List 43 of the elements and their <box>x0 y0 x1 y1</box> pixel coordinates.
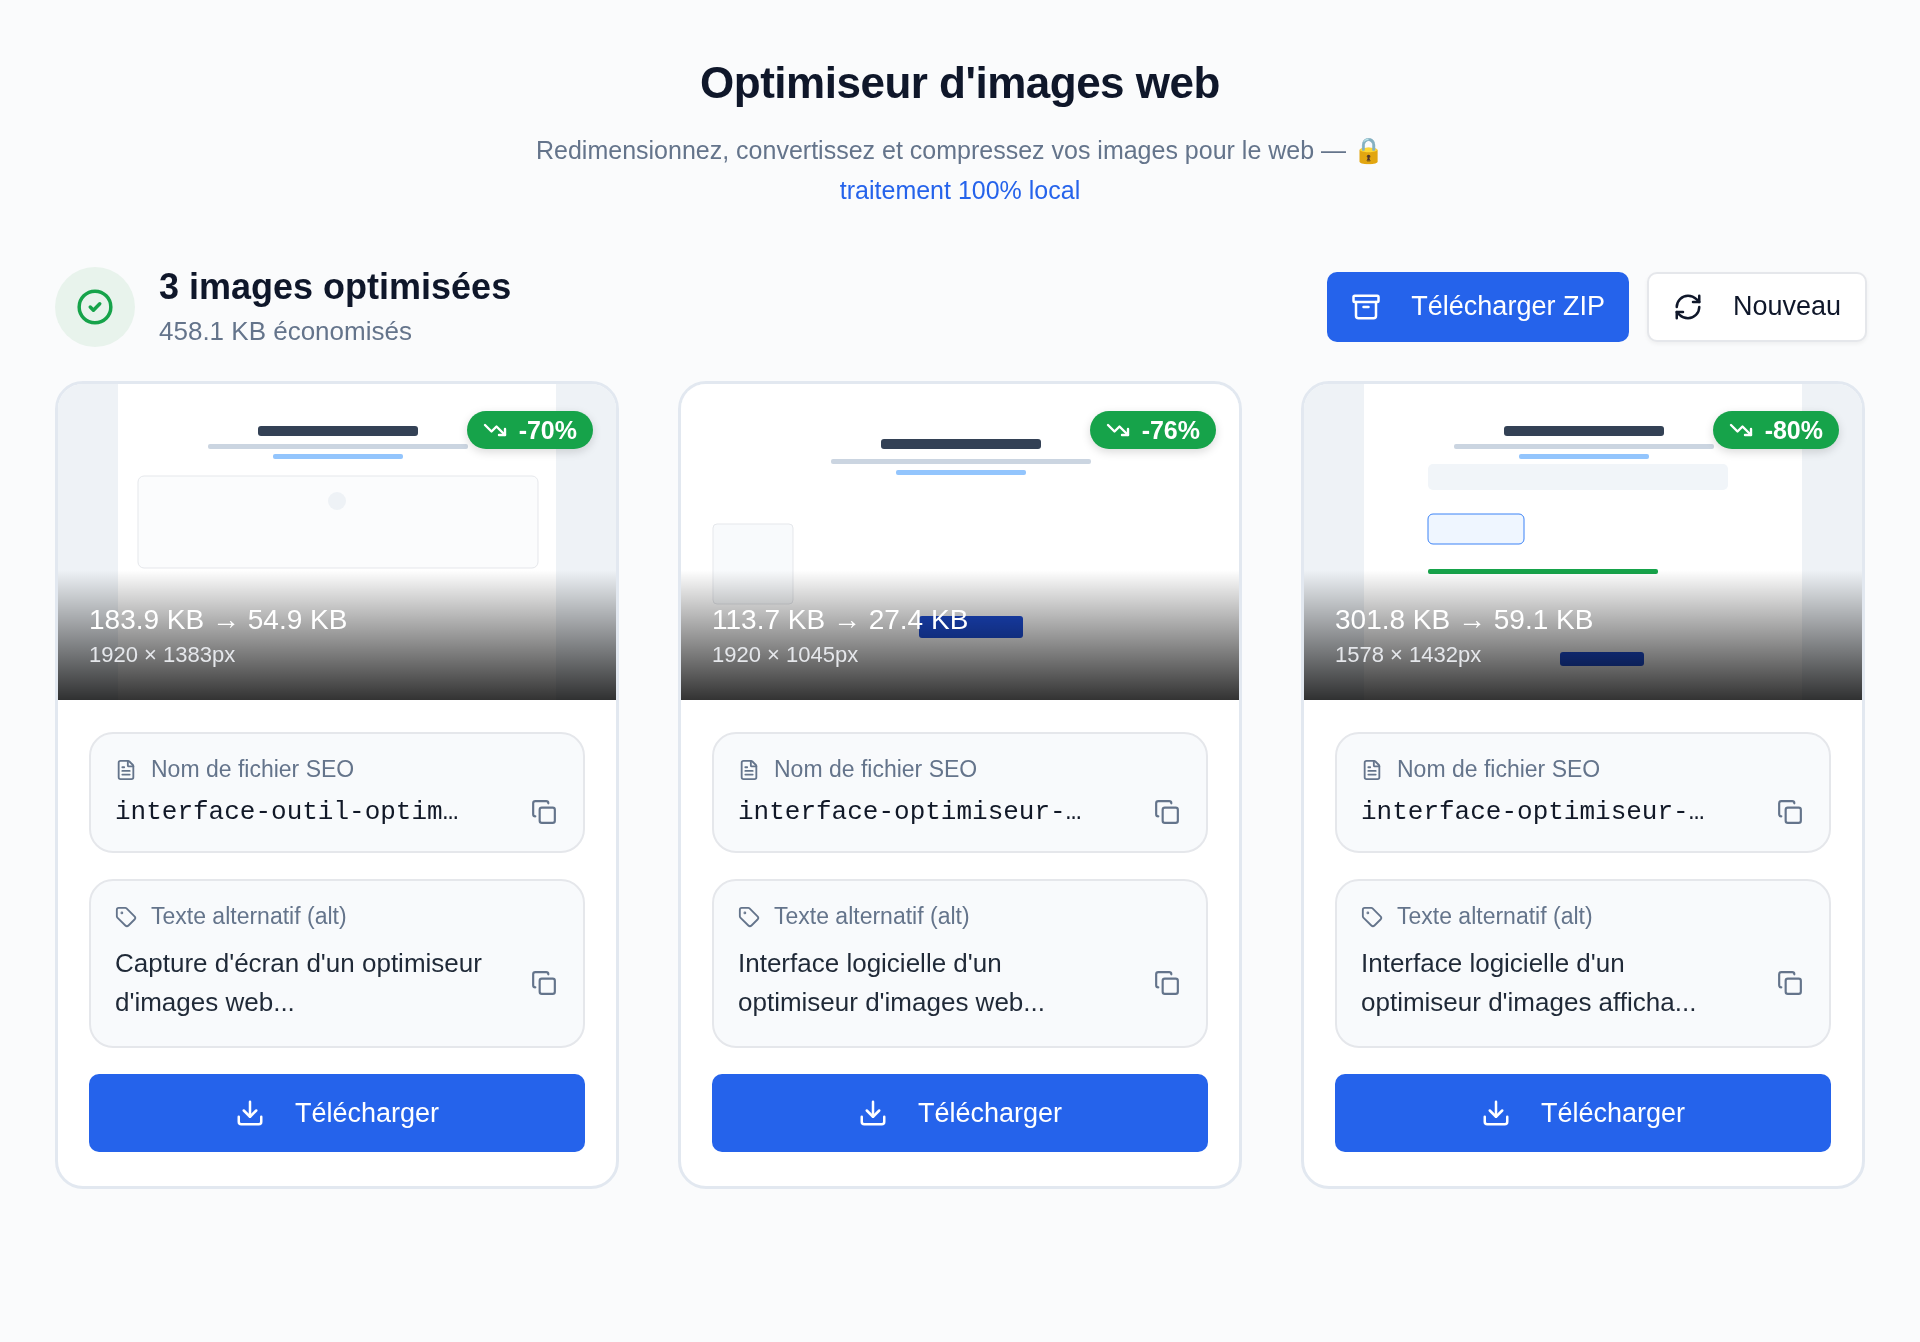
image-dimensions: 1920 × 1045px <box>712 642 860 668</box>
reduction-text: -80% <box>1764 415 1823 445</box>
seo-filename: interface-optimiseur-… <box>1361 797 1705 827</box>
field-label: Nom de fichier SEO <box>151 756 355 783</box>
size-comparison: 301.8 KB → 59.1 KB <box>1335 604 1595 636</box>
copy-button[interactable] <box>529 797 559 827</box>
document-icon <box>1361 758 1383 781</box>
tag-icon <box>115 905 137 928</box>
copy-button[interactable] <box>1775 968 1805 998</box>
copy-button[interactable] <box>1152 797 1182 827</box>
savings-text: 458.1 KB économisés <box>159 316 413 347</box>
download-button[interactable]: Télécharger <box>712 1074 1208 1152</box>
new-button[interactable]: Nouveau <box>1646 271 1867 342</box>
page-title: Optimiseur d'images web <box>700 58 1220 108</box>
tag-icon <box>1361 905 1383 928</box>
reduction-text: -70% <box>518 415 577 445</box>
image-dimensions: 1578 × 1432px <box>1335 642 1483 668</box>
image-dimensions: 1920 × 1383px <box>89 642 237 668</box>
reduction-text: -76% <box>1141 415 1200 445</box>
alt-text: Capture d'écran d'un optimiseur d'images web... <box>115 947 483 1019</box>
check-circle-icon <box>76 287 114 326</box>
field-label: Nom de fichier SEO <box>1397 756 1601 783</box>
copy-button[interactable] <box>1152 968 1182 998</box>
download-button[interactable]: Télécharger <box>89 1074 585 1152</box>
seo-filename: interface-outil-optim… <box>115 797 459 827</box>
alt-text: Interface logicielle d'un optimiseur d'images web... <box>738 947 1046 1019</box>
tag-icon <box>738 905 760 928</box>
summary-title: 3 images optimisées <box>159 266 512 308</box>
local-processing-link[interactable]: traitement 100% local <box>839 170 1081 210</box>
field-label: Texte alternatif (alt) <box>774 903 970 930</box>
seo-filename: interface-optimiseur-… <box>738 797 1082 827</box>
document-icon <box>115 758 137 781</box>
page-subtitle: Redimensionnez, convertissez et compressez vos images pour le web — 🔒 <box>536 135 1384 166</box>
download-zip-button[interactable]: Télécharger ZIP <box>1327 271 1629 342</box>
field-label: Texte alternatif (alt) <box>1397 903 1593 930</box>
field-label: Nom de fichier SEO <box>774 756 978 783</box>
document-icon <box>738 758 760 781</box>
field-label: Texte alternatif (alt) <box>151 903 347 930</box>
download-button[interactable]: Télécharger <box>1335 1074 1831 1152</box>
size-comparison: 183.9 KB → 54.9 KB <box>89 604 349 636</box>
copy-button[interactable] <box>529 968 559 998</box>
copy-button[interactable] <box>1775 797 1805 827</box>
alt-text: Interface logicielle d'un optimiseur d'images afficha... <box>1361 947 1698 1019</box>
